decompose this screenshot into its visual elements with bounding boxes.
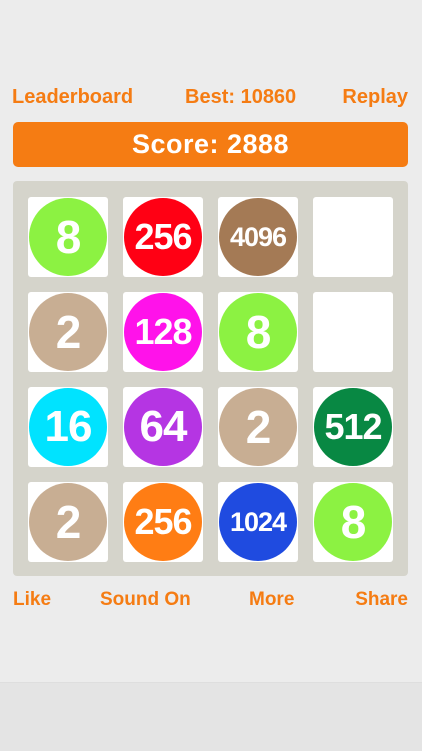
score-bar: Score: 2888 (13, 122, 408, 167)
tile: 4096 (219, 198, 297, 276)
board-cell[interactable]: 256 (123, 482, 203, 562)
tile: 128 (124, 293, 202, 371)
board-cell[interactable]: 2 (28, 482, 108, 562)
tile: 512 (314, 388, 392, 466)
top-bar: Leaderboard Best: 10860 Replay (0, 80, 422, 114)
game-board[interactable]: 8 256 4096 2 128 8 16 64 2 512 2 256 102… (13, 181, 408, 576)
board-cell[interactable]: 1024 (218, 482, 298, 562)
board-cell[interactable]: 128 (123, 292, 203, 372)
share-button[interactable]: Share (355, 589, 408, 611)
board-cell[interactable]: 256 (123, 197, 203, 277)
best-score: Best: 10860 (185, 86, 297, 108)
tile: 8 (29, 198, 107, 276)
board-cell[interactable]: 8 (313, 482, 393, 562)
tile: 256 (124, 483, 202, 561)
board-cell[interactable] (313, 292, 393, 372)
bottom-bar: Like Sound On More Share (0, 585, 422, 617)
more-button[interactable]: More (249, 589, 294, 611)
board-cell[interactable]: 8 (218, 292, 298, 372)
bottom-strip (0, 682, 422, 751)
board-cell[interactable] (313, 197, 393, 277)
like-button[interactable]: Like (13, 589, 51, 611)
tile: 2 (29, 483, 107, 561)
score-text: Score: 2888 (131, 129, 290, 159)
tile: 16 (29, 388, 107, 466)
tile (314, 293, 392, 371)
leaderboard-button[interactable]: Leaderboard (12, 86, 133, 109)
tile: 2 (219, 388, 297, 466)
sound-toggle[interactable]: Sound On (100, 589, 191, 611)
board-cell[interactable]: 64 (123, 387, 203, 467)
replay-button[interactable]: Replay (342, 86, 408, 109)
tile: 64 (124, 388, 202, 466)
tile: 256 (124, 198, 202, 276)
board-cell[interactable]: 2 (218, 387, 298, 467)
board-cell[interactable]: 4096 (218, 197, 298, 277)
tile: 1024 (219, 483, 297, 561)
tile: 8 (314, 483, 392, 561)
board-cell[interactable]: 16 (28, 387, 108, 467)
board-cell[interactable]: 2 (28, 292, 108, 372)
tile: 8 (219, 293, 297, 371)
board-cell[interactable]: 512 (313, 387, 393, 467)
tile (314, 198, 392, 276)
board-cell[interactable]: 8 (28, 197, 108, 277)
tile: 2 (29, 293, 107, 371)
